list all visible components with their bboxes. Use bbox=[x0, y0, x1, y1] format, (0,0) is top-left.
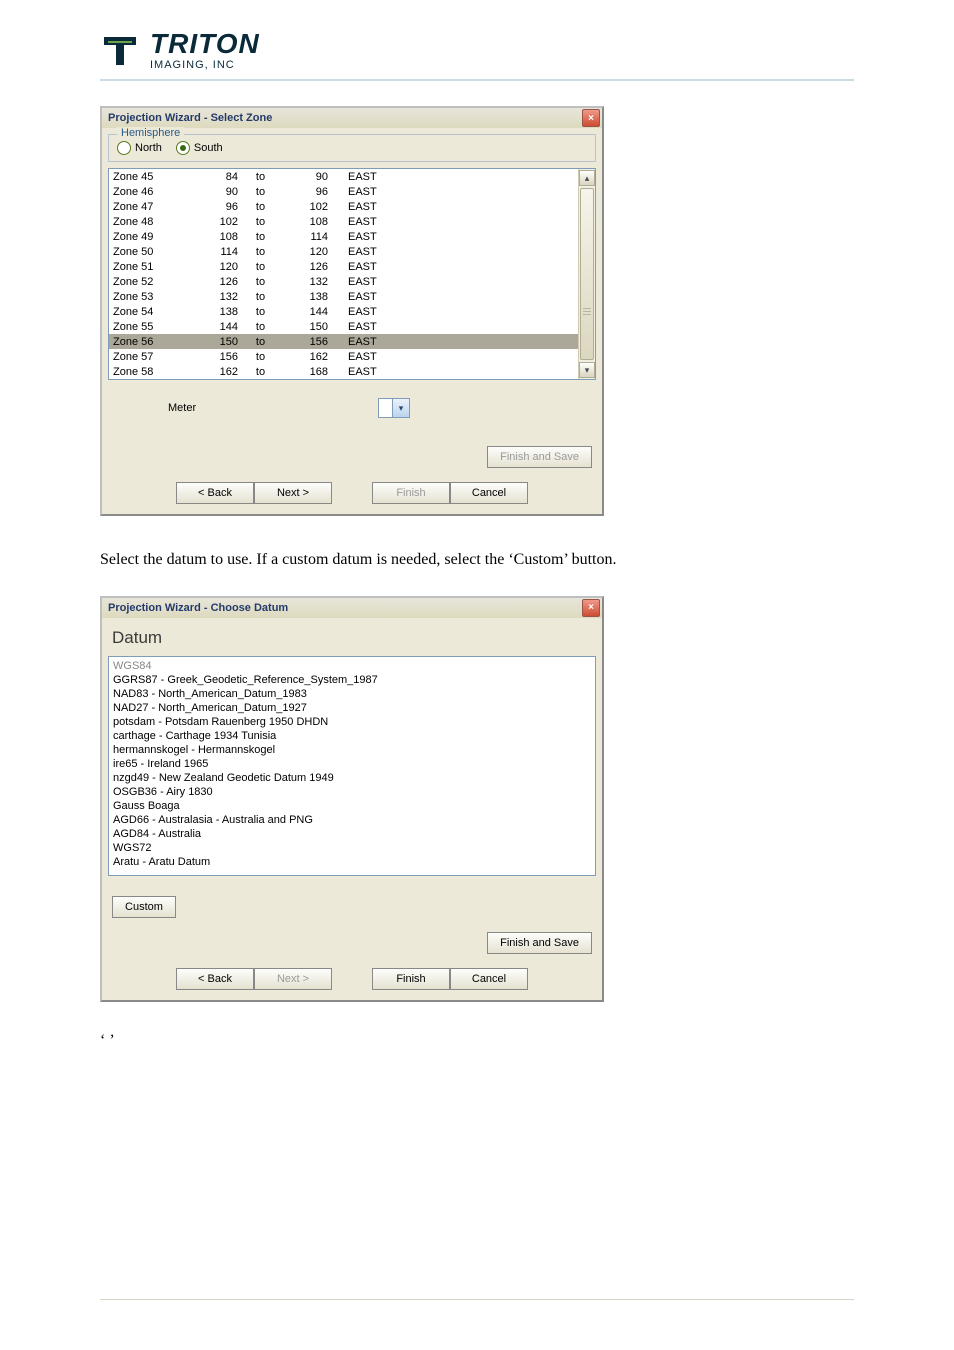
radio-icon bbox=[117, 141, 131, 155]
south-radio[interactable]: South bbox=[176, 141, 223, 155]
stray-quotes: ‘ ’ bbox=[100, 1032, 854, 1050]
list-item[interactable]: Zone 54138to144EAST bbox=[109, 304, 578, 319]
list-item[interactable]: WGS84 bbox=[113, 659, 591, 673]
dialog-title: Projection Wizard - Choose Datum bbox=[108, 602, 288, 614]
scroll-down-icon[interactable]: ▾ bbox=[579, 362, 595, 378]
list-item[interactable]: Zone 4796to102EAST bbox=[109, 199, 578, 214]
list-item[interactable]: Zone 48102to108EAST bbox=[109, 214, 578, 229]
list-item[interactable]: AGD66 - Australasia - Australia and PNG bbox=[113, 813, 591, 827]
north-label: North bbox=[135, 142, 162, 154]
unit-label: Meter bbox=[168, 402, 368, 414]
list-item[interactable]: Zone 56150to156EAST bbox=[109, 334, 578, 349]
hemisphere-group: Hemisphere North South bbox=[108, 134, 596, 162]
unit-dropdown[interactable]: ▾ bbox=[378, 398, 410, 418]
close-icon[interactable]: × bbox=[582, 109, 600, 127]
list-item[interactable]: Aratu - Aratu Datum bbox=[113, 855, 591, 869]
list-item[interactable]: NAD27 - North_American_Datum_1927 bbox=[113, 701, 591, 715]
close-icon[interactable]: × bbox=[582, 599, 600, 617]
titlebar[interactable]: Projection Wizard - Select Zone × bbox=[102, 108, 602, 128]
dialog-title: Projection Wizard - Select Zone bbox=[108, 112, 272, 124]
finish-and-save-button[interactable]: Finish and Save bbox=[487, 446, 592, 468]
finish-button[interactable]: Finish bbox=[372, 482, 450, 504]
list-item[interactable]: Zone 57156to162EAST bbox=[109, 349, 578, 364]
titlebar[interactable]: Projection Wizard - Choose Datum × bbox=[102, 598, 602, 618]
instruction-text: Select the datum to use. If a custom dat… bbox=[100, 550, 854, 571]
list-item[interactable]: Gauss Boaga bbox=[113, 799, 591, 813]
footer-rule bbox=[100, 1299, 854, 1300]
finish-button[interactable]: Finish bbox=[372, 968, 450, 990]
radio-icon bbox=[176, 141, 190, 155]
list-item[interactable]: Zone 4584to90EAST bbox=[109, 169, 578, 184]
list-item[interactable]: Zone 49108to114EAST bbox=[109, 229, 578, 244]
north-radio[interactable]: North bbox=[117, 141, 162, 155]
back-button[interactable]: < Back bbox=[176, 482, 254, 504]
group-legend: Hemisphere bbox=[117, 127, 184, 139]
list-item[interactable]: AGD84 - Australia bbox=[113, 827, 591, 841]
list-item[interactable]: nzgd49 - New Zealand Geodetic Datum 1949 bbox=[113, 771, 591, 785]
datum-heading: Datum bbox=[112, 628, 596, 648]
finish-and-save-button[interactable]: Finish and Save bbox=[487, 932, 592, 954]
list-item[interactable]: Zone 51120to126EAST bbox=[109, 259, 578, 274]
chevron-down-icon[interactable]: ▾ bbox=[392, 399, 409, 417]
list-item[interactable]: Zone 58162to168EAST bbox=[109, 364, 578, 379]
cancel-button[interactable]: Cancel bbox=[450, 968, 528, 990]
list-item[interactable]: Zone 53132to138EAST bbox=[109, 289, 578, 304]
list-item[interactable]: potsdam - Potsdam Rauenberg 1950 DHDN bbox=[113, 715, 591, 729]
back-button[interactable]: < Back bbox=[176, 968, 254, 990]
list-item[interactable]: ire65 - Ireland 1965 bbox=[113, 757, 591, 771]
logo-title: TRITON bbox=[150, 30, 260, 58]
logo-icon bbox=[100, 31, 140, 71]
cancel-button[interactable]: Cancel bbox=[450, 482, 528, 504]
scroll-up-icon[interactable]: ▴ bbox=[579, 170, 595, 186]
scroll-thumb[interactable] bbox=[580, 188, 594, 360]
list-item[interactable]: hermannskogel - Hermannskogel bbox=[113, 743, 591, 757]
header-rule bbox=[100, 79, 854, 81]
list-item[interactable]: Zone 52126to132EAST bbox=[109, 274, 578, 289]
next-button[interactable]: Next > bbox=[254, 482, 332, 504]
datum-listbox[interactable]: WGS84GGRS87 - Greek_Geodetic_Reference_S… bbox=[108, 656, 596, 876]
zone-listbox[interactable]: Zone 4584to90EASTZone 4690to96EASTZone 4… bbox=[108, 168, 596, 380]
next-button[interactable]: Next > bbox=[254, 968, 332, 990]
list-item[interactable]: WGS72 bbox=[113, 841, 591, 855]
list-item[interactable]: Zone 55144to150EAST bbox=[109, 319, 578, 334]
list-item[interactable]: OSGB36 - Airy 1830 bbox=[113, 785, 591, 799]
list-item[interactable]: Zone 4690to96EAST bbox=[109, 184, 578, 199]
scrollbar[interactable]: ▴ ▾ bbox=[578, 169, 595, 379]
list-item[interactable]: NAD83 - North_American_Datum_1983 bbox=[113, 687, 591, 701]
select-zone-dialog: Projection Wizard - Select Zone × Hemisp… bbox=[100, 106, 604, 516]
list-item[interactable]: GGRS87 - Greek_Geodetic_Reference_System… bbox=[113, 673, 591, 687]
choose-datum-dialog: Projection Wizard - Choose Datum × Datum… bbox=[100, 596, 604, 1002]
south-label: South bbox=[194, 142, 223, 154]
logo-subtitle: IMAGING, INC bbox=[150, 60, 260, 71]
brand-logo: TRITON IMAGING, INC bbox=[100, 30, 854, 71]
list-item[interactable]: Zone 50114to120EAST bbox=[109, 244, 578, 259]
list-item[interactable]: carthage - Carthage 1934 Tunisia bbox=[113, 729, 591, 743]
custom-button[interactable]: Custom bbox=[112, 896, 176, 918]
